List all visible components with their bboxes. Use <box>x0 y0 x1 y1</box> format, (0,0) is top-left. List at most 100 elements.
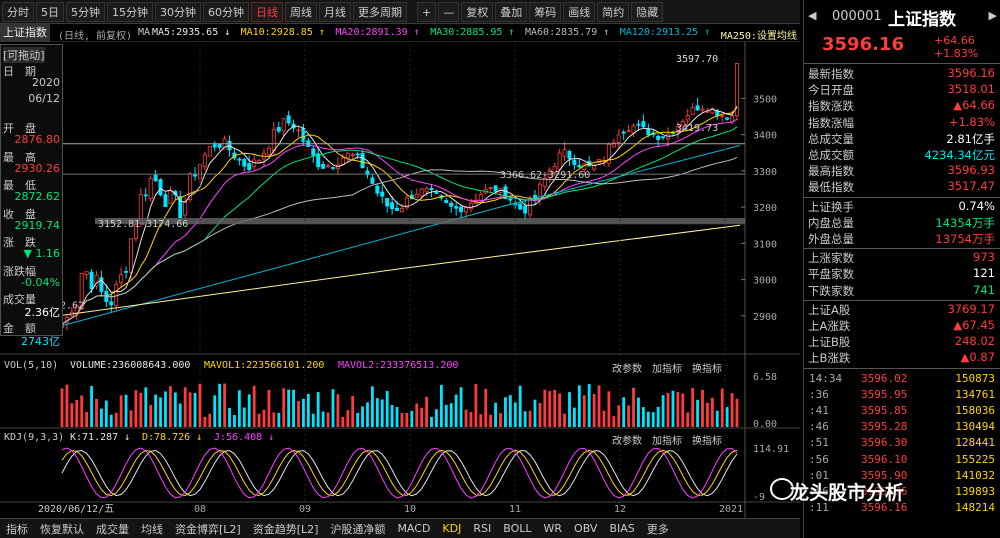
period-button-4[interactable]: 30分钟 <box>155 1 201 22</box>
candle-body <box>286 115 291 124</box>
tool-button-5[interactable]: 画线 <box>563 1 596 22</box>
volume-bar <box>637 397 640 427</box>
volume-bar <box>617 405 621 427</box>
period-button-1[interactable]: 5日 <box>36 1 64 22</box>
stats-label-0: 最新指数 <box>808 67 854 81</box>
candle-body <box>128 238 133 273</box>
period-button-7[interactable]: 周线 <box>285 1 317 22</box>
drag-hint[interactable]: [可拖动] <box>3 47 45 63</box>
indicator-tab-1[interactable]: 恢复默认 <box>34 521 90 537</box>
volume-bar <box>735 398 739 427</box>
tick-row-0: 14:34 3596.02 150873 <box>804 372 1000 387</box>
volume_panel-label: VOL(5,10) <box>4 360 59 371</box>
indicator-tab-9[interactable]: RSI <box>467 522 497 535</box>
volume-bar <box>528 410 532 427</box>
volume-bar <box>272 412 276 427</box>
stats-value-7: 3517.47 <box>947 179 995 194</box>
candle-body <box>488 187 493 189</box>
period-button-0[interactable]: 分时 <box>2 1 34 22</box>
volume_panel-button-2[interactable]: 换指标 <box>692 360 722 375</box>
back-icon[interactable]: ◀ <box>808 9 816 22</box>
tool-button-6[interactable]: 简约 <box>597 1 630 22</box>
stats-label-3: 指数涨幅 <box>808 115 854 130</box>
kdj_panel-button-2[interactable]: 换指标 <box>692 432 722 447</box>
volume-bar <box>518 385 522 427</box>
stats2-row-2: 外盘总量 13754万手 <box>804 231 1000 247</box>
indicator-tab-7[interactable]: MACD <box>391 522 436 535</box>
indicator-tab-8[interactable]: KDJ <box>436 522 467 535</box>
kdj_panel-button-1[interactable]: 加指标 <box>652 432 682 447</box>
volume-bar <box>513 402 517 427</box>
indicator-tab-0[interactable]: 指标 <box>0 521 34 537</box>
stats-label-5: 总成交额 <box>808 148 854 162</box>
volume-bar <box>326 412 330 427</box>
tool-button-0[interactable]: + <box>417 1 437 22</box>
indicator-tab-5[interactable]: 资金趋势[L2] <box>247 521 325 537</box>
tick-time-4: :51 <box>809 436 829 450</box>
tool-button-1[interactable]: — <box>438 1 460 22</box>
volume-bar <box>183 387 187 427</box>
indicator-tab-2[interactable]: 成交量 <box>90 521 135 537</box>
price-tick-4: 3300 <box>753 167 777 178</box>
volume_panel-button-0[interactable]: 改参数 <box>612 360 642 375</box>
stats-value-6: 3596.93 <box>947 163 995 178</box>
period-button-9[interactable]: 更多周期 <box>353 1 407 22</box>
kdj_panel-button-0[interactable]: 改参数 <box>612 432 642 447</box>
volume-bar <box>607 391 611 427</box>
kdj_panel-value-2: J:56.408 ↓ <box>214 432 275 443</box>
period-button-6[interactable]: 日线 <box>251 1 283 22</box>
forward-icon[interactable]: ▶ <box>989 9 997 22</box>
indicator-tab-10[interactable]: BOLL <box>497 522 537 535</box>
indicator-tab-bar: 指标 恢复默认 成交量 均线 资金博弈[L2] 资金趋势[L2] 沪股通净额 MACD KDJ R… <box>0 518 800 538</box>
info-value-7: -0.04% <box>21 275 60 289</box>
volume-bar <box>316 392 320 427</box>
tool-button-3[interactable]: 叠加 <box>495 1 528 22</box>
tool-button-7[interactable]: 隐藏 <box>631 1 664 22</box>
period-button-8[interactable]: 月线 <box>319 1 351 22</box>
volume-bar <box>385 391 389 427</box>
annotation-box_top_label: 3419.73 <box>676 123 718 134</box>
volume-bar <box>666 392 670 427</box>
period-button-5[interactable]: 60分钟 <box>203 1 249 22</box>
tool-button-4[interactable]: 筹码 <box>529 1 562 22</box>
stats-label-1: 今日开盘 <box>808 83 854 98</box>
volume-bar <box>149 404 153 427</box>
volume-bar <box>104 400 108 427</box>
indicator-tab-14[interactable]: 更多 <box>641 521 675 537</box>
indicator-tab-11[interactable]: WR <box>538 522 569 535</box>
period-button-3[interactable]: 15分钟 <box>107 1 153 22</box>
candle-body <box>326 165 331 168</box>
tick-time-1: :36 <box>809 387 829 401</box>
candle-body <box>419 188 424 197</box>
volume-bar <box>356 412 360 427</box>
ohlc-info-box[interactable]: [可拖动] 日 期 2020 06/12 开 盘 2876.80 最 高 2930.26 最 … <box>0 44 63 348</box>
period-button-2[interactable]: 5分钟 <box>66 1 105 22</box>
volume-bar <box>134 390 138 427</box>
stats4-row-2: 上证B股 248.02 <box>804 334 1000 350</box>
tick-time-3: :46 <box>809 420 829 434</box>
index-tab[interactable]: 上证指数 <box>0 24 50 42</box>
indicator-tab-3[interactable]: 均线 <box>135 521 169 537</box>
indicator-tab-6[interactable]: 沪股通净额 <box>324 521 391 537</box>
candle-body <box>444 200 449 204</box>
candle-body <box>330 167 335 169</box>
annotation-band2: 3152.81-3174.66 <box>98 219 188 230</box>
tool-button-2[interactable]: 复权 <box>461 1 494 22</box>
volume-bar <box>627 405 631 427</box>
stats-value-0: 3596.16 <box>947 66 995 80</box>
stats-row-3: 指数涨幅 +1.83% <box>804 115 1000 131</box>
indicator-tab-13[interactable]: BIAS <box>603 522 640 535</box>
candle-body <box>212 144 217 148</box>
volume_panel-button-1[interactable]: 加指标 <box>652 360 682 375</box>
indicator-tab-4[interactable]: 资金博弈[L2] <box>169 521 247 537</box>
candle-body <box>695 105 700 111</box>
volume-bar <box>331 389 335 427</box>
volume-bar <box>139 392 143 427</box>
index-code: 000001 <box>832 9 882 24</box>
volume-bar <box>351 395 355 427</box>
stats-label-4: 总成交量 <box>808 131 854 146</box>
indicator-tab-12[interactable]: OBV <box>568 522 603 535</box>
candle-body <box>508 198 513 201</box>
volume-bar <box>563 413 566 427</box>
stats3-label-1: 平盘家数 <box>808 267 854 282</box>
